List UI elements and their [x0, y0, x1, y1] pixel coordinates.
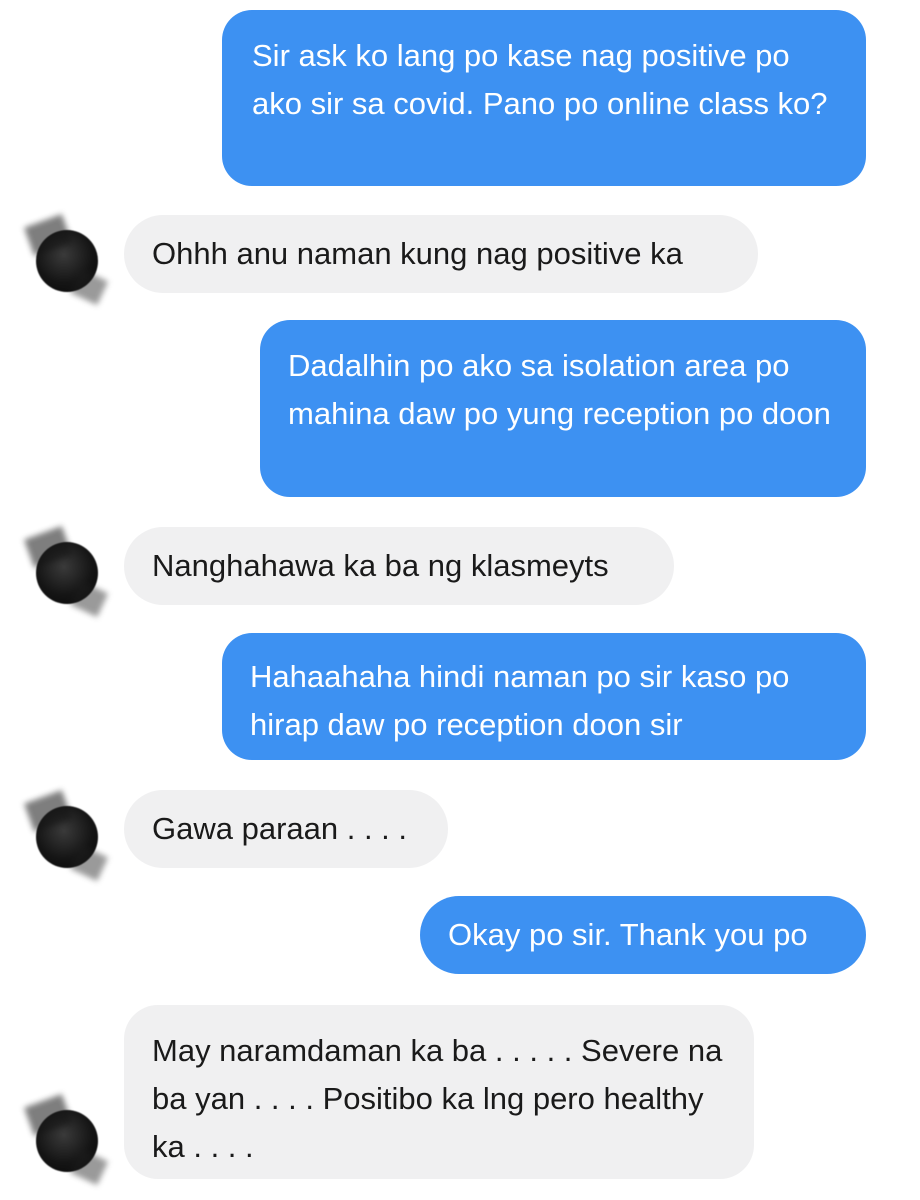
contact-avatar-icon[interactable] [36, 230, 98, 292]
message-text: Okay po sir. Thank you po [448, 917, 808, 952]
message-bubble-sent[interactable]: Dadalhin po ako sa isolation area po mah… [260, 320, 866, 497]
message-bubble-sent[interactable]: Okay po sir. Thank you po [420, 896, 866, 974]
message-bubble-received[interactable]: Gawa paraan . . . . [124, 790, 448, 868]
message-text: May naramdaman ka ba . . . . . Severe na… [152, 1033, 723, 1164]
message-bubble-sent[interactable]: Sir ask ko lang po kase nag positive po … [222, 10, 866, 186]
message-text: Sir ask ko lang po kase nag positive po … [252, 38, 828, 121]
message-text: Nanghahawa ka ba ng klasmeyts [152, 548, 609, 583]
contact-avatar-icon[interactable] [36, 806, 98, 868]
message-text: Ohhh anu naman kung nag positive ka [152, 236, 683, 271]
contact-avatar-icon[interactable] [36, 542, 98, 604]
contact-avatar-icon[interactable] [36, 1110, 98, 1172]
message-bubble-received[interactable]: May naramdaman ka ba . . . . . Severe na… [124, 1005, 754, 1179]
message-text: Dadalhin po ako sa isolation area po mah… [288, 348, 831, 431]
message-text: Gawa paraan . . . . [152, 811, 408, 846]
message-bubble-received[interactable]: Ohhh anu naman kung nag positive ka [124, 215, 758, 293]
message-text: Hahaahaha hindi naman po sir kaso po hir… [250, 659, 790, 742]
message-bubble-sent[interactable]: Hahaahaha hindi naman po sir kaso po hir… [222, 633, 866, 760]
chat-thread: Sir ask ko lang po kase nag positive po … [0, 0, 920, 1200]
message-bubble-received[interactable]: Nanghahawa ka ba ng klasmeyts [124, 527, 674, 605]
